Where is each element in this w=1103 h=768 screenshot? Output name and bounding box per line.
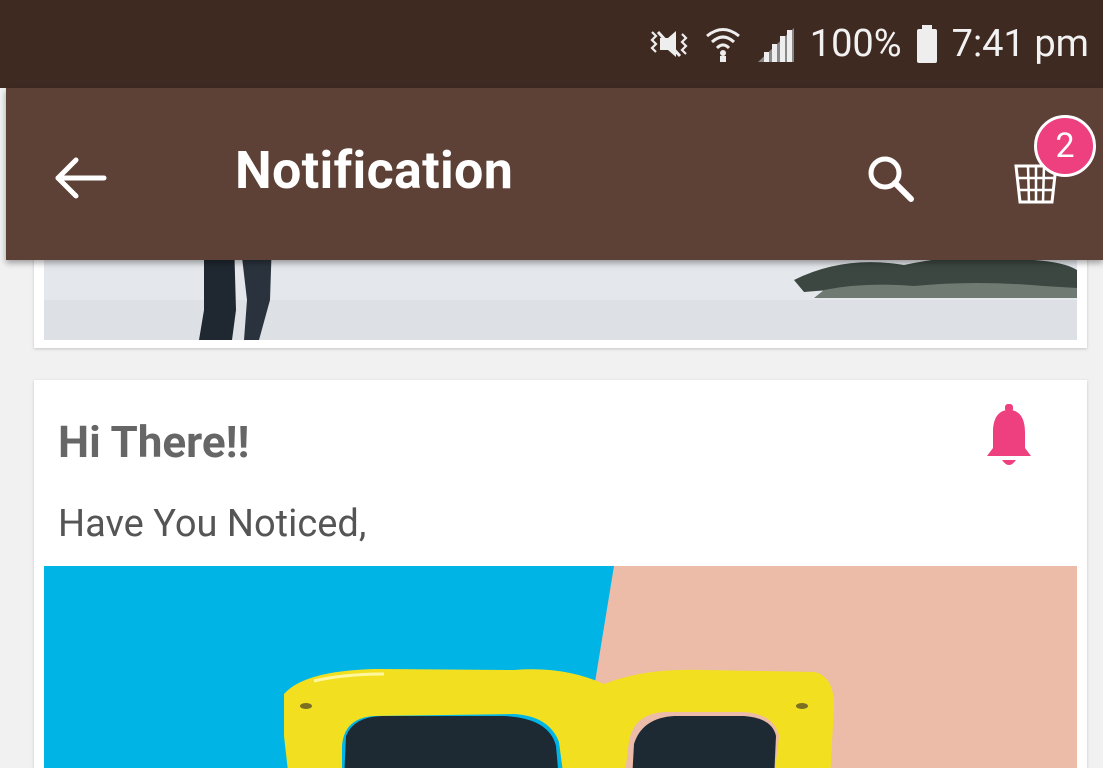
vibrate-icon <box>646 24 690 64</box>
arrow-left-icon <box>55 157 107 199</box>
notification-card[interactable]: Hi There!! Have You Noticed, <box>34 380 1087 768</box>
search-icon <box>868 156 914 202</box>
app-bar: Notification <box>6 88 1103 260</box>
status-time: 7:41 pm <box>951 22 1089 66</box>
page-title: Notification <box>235 140 514 201</box>
battery-icon <box>916 24 938 64</box>
app-screen: 100% 7:41 pm Notification 2 Hi There!! H… <box>0 0 1103 768</box>
notification-image <box>44 566 1077 768</box>
bell-icon <box>984 402 1034 472</box>
battery-percent: 100% <box>809 22 902 66</box>
search-button[interactable] <box>856 144 926 214</box>
signal-icon <box>756 24 796 64</box>
notification-title: Hi There!! <box>58 416 250 468</box>
wifi-icon <box>704 24 742 64</box>
back-button[interactable] <box>46 143 116 213</box>
notification-message: Have You Noticed, <box>58 502 367 546</box>
status-icons: 100% 7:41 pm <box>646 18 1089 70</box>
status-bar: 100% 7:41 pm <box>0 0 1103 88</box>
cart-badge: 2 <box>1034 115 1096 177</box>
